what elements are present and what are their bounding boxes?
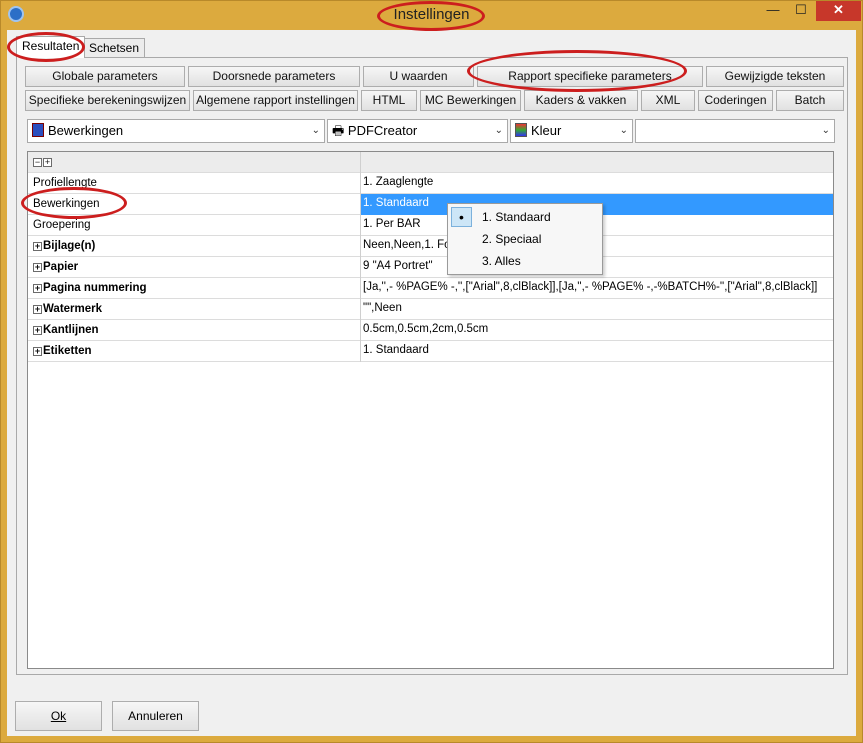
grid-row[interactable]: + Etiketten 1. Standaard [28,341,833,362]
tab-schetsen[interactable]: Schetsen [83,38,146,58]
chevron-down-icon: ⌄ [311,125,320,136]
chevron-down-icon: ⌄ [494,125,503,136]
grid-row-label-cell: + Watermerk [28,299,361,320]
dropdown-option-speciaal[interactable]: 2. Speciaal [448,228,602,250]
report-select[interactable]: Bewerkingen ⌄ [27,119,325,143]
minimize-button[interactable]: — [760,1,786,21]
grid-row-label: Pagina nummering [43,282,147,294]
grid-row[interactable]: + Bijlage(n) Neen,Neen,1. Fol [28,236,833,257]
expand-icon[interactable]: + [33,326,42,335]
expand-icon[interactable]: + [33,242,42,251]
cancel-button[interactable]: Annuleren [112,701,199,731]
report-select-value: Bewerkingen [48,123,124,138]
property-grid[interactable]: − + Profiellengte 1. Zaaglengte Bewerking… [27,151,834,669]
grid-row-label: Kantlijnen [43,324,99,336]
dialog-body: Resultaten Schetsen Globale parameters D… [7,30,856,736]
rapport-specifieke-parameters-button[interactable]: Rapport specifieke parameters [477,66,703,87]
title-bar[interactable]: Instellingen — ☐ ✕ [1,1,862,29]
ok-button[interactable]: Ok [15,701,102,731]
specifieke-berekeningswijzen-button[interactable]: Specifieke berekeningswijzen [25,90,190,111]
color-select[interactable]: Kleur ⌄ [510,119,633,143]
u-waarden-button[interactable]: U waarden [363,66,474,87]
tab-resultaten[interactable]: Resultaten [16,36,86,58]
printer-select-value: PDFCreator [347,123,418,138]
bewerkingen-dropdown-menu: • 1. Standaard 2. Speciaal 3. Alles [447,203,603,275]
dropdown-option-label: 1. Standaard [482,210,551,224]
expand-icon[interactable]: + [33,305,42,314]
algemene-rapport-instellingen-button[interactable]: Algemene rapport instellingen [193,90,358,111]
dropdown-option-label: 3. Alles [482,254,521,268]
grid-row-label-cell: + Papier [28,257,361,278]
coderingen-button[interactable]: Coderingen [698,90,773,111]
expand-icon[interactable]: + [33,284,42,293]
chevron-down-icon: ⌄ [619,125,628,136]
expand-icon[interactable]: + [33,347,42,356]
grid-row-value[interactable]: 1. Zaaglengte [361,173,833,194]
color-icon [515,123,527,137]
cancel-button-label: Annuleren [128,709,183,723]
report-icon [32,123,44,137]
ok-button-label: Ok [50,709,67,723]
xml-button[interactable]: XML [641,90,695,111]
globale-parameters-button[interactable]: Globale parameters [25,66,185,87]
expand-icon[interactable]: + [33,263,42,272]
grid-row[interactable]: Bewerkingen 1. Standaard [28,194,833,215]
close-button[interactable]: ✕ [816,1,861,21]
collapse-all-icon[interactable]: − [33,158,42,167]
extra-select[interactable]: ⌄ [635,119,835,143]
grid-row[interactable]: + Papier 9 "A4 Portret" [28,257,833,278]
grid-row-label: Groepering [28,215,361,236]
grid-row[interactable]: + Kantlijnen 0.5cm,0.5cm,2cm,0.5cm [28,320,833,341]
grid-row[interactable]: + Pagina nummering [Ja,'',- %PAGE% -,'',[… [28,278,833,299]
grid-header-left: − + [28,152,361,173]
chevron-down-icon: ⌄ [821,125,830,136]
dropdown-option-standaard[interactable]: • 1. Standaard [448,206,602,228]
grid-row[interactable]: Profiellengte 1. Zaaglengte [28,173,833,194]
window-title: Instellingen [393,6,470,23]
grid-row-label: Bijlage(n) [43,240,96,252]
grid-row-value[interactable]: 1. Standaard [361,341,833,362]
dropdown-option-label: 2. Speciaal [482,232,542,246]
printer-select[interactable]: 🖶 PDFCreator ⌄ [327,119,508,143]
grid-header-right [361,152,833,173]
dropdown-option-alles[interactable]: 3. Alles [448,250,602,272]
grid-row-label: Watermerk [43,303,103,315]
grid-row-label-cell: + Pagina nummering [28,278,361,299]
grid-header-row: − + [28,152,833,173]
grid-row[interactable]: + Watermerk "",Neen [28,299,833,320]
maximize-button[interactable]: ☐ [788,1,814,21]
grid-row-label: Papier [43,261,79,273]
doorsnede-parameters-button[interactable]: Doorsnede parameters [188,66,360,87]
expand-all-icon[interactable]: + [43,158,52,167]
html-button[interactable]: HTML [361,90,417,111]
grid-row-label: Bewerkingen [28,194,361,215]
grid-row-label-cell: + Etiketten [28,341,361,362]
grid-row-label-cell: + Kantlijnen [28,320,361,341]
grid-row-label-cell: + Bijlage(n) [28,236,361,257]
grid-row-label: Profiellengte [28,173,361,194]
grid-row[interactable]: Groepering 1. Per BAR [28,215,833,236]
kaders-vakken-button[interactable]: Kaders & vakken [524,90,638,111]
grid-row-value[interactable]: [Ja,'',- %PAGE% -,'',["Arial",8,clBlack]… [361,278,833,299]
mc-bewerkingen-button[interactable]: MC Bewerkingen [420,90,521,111]
color-select-value: Kleur [531,123,562,138]
grid-row-value[interactable]: 0.5cm,0.5cm,2cm,0.5cm [361,320,833,341]
printer-icon: 🖶 [332,123,345,138]
grid-row-value[interactable]: "",Neen [361,299,833,320]
batch-button[interactable]: Batch [776,90,844,111]
selected-bullet-icon: • [451,207,472,227]
gewijzigde-teksten-button[interactable]: Gewijzigde teksten [706,66,844,87]
settings-window: Instellingen — ☐ ✕ Resultaten Schetsen G… [0,0,863,743]
grid-row-label: Etiketten [43,345,92,357]
